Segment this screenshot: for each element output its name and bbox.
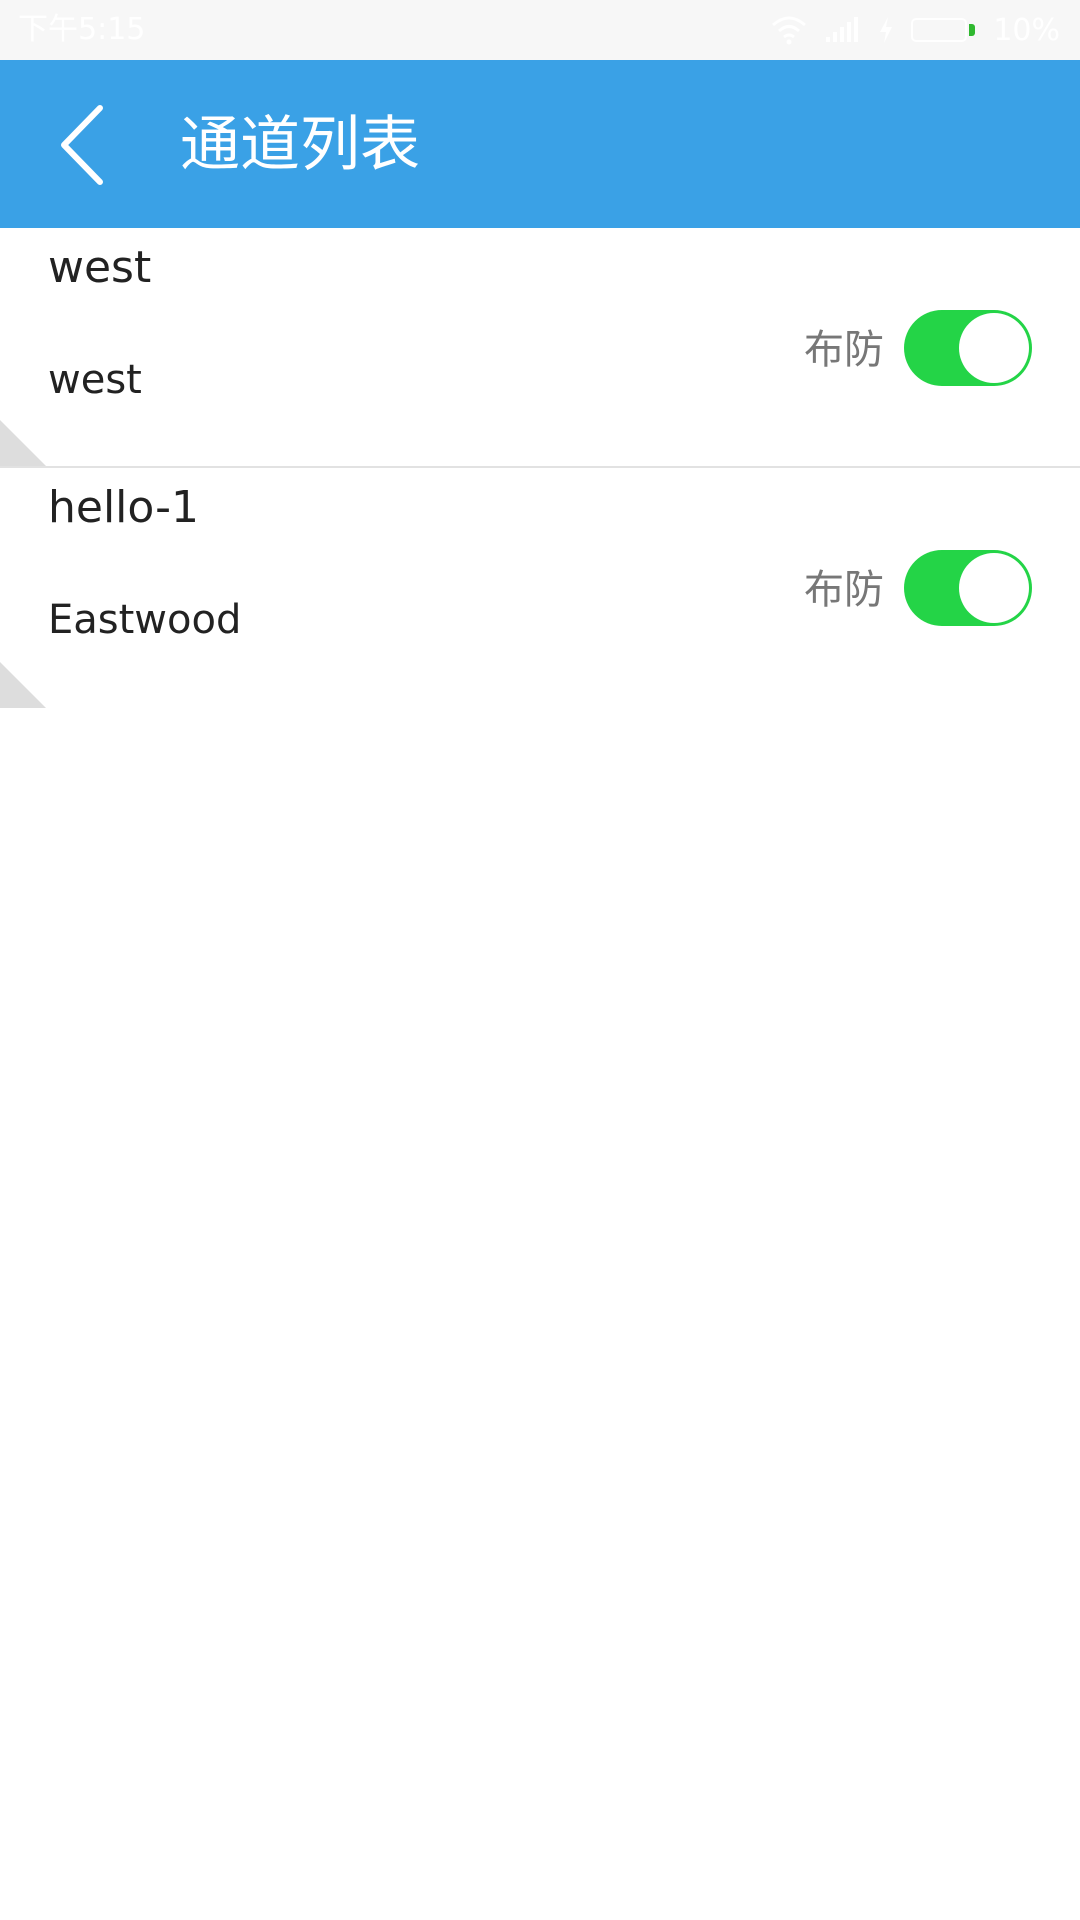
toggle-knob [959, 313, 1029, 383]
charging-icon [879, 17, 893, 43]
chevron-left-icon [61, 105, 103, 185]
status-time: 下午5:15 [18, 12, 146, 47]
channel-item[interactable]: hello-1 Eastwood 布防 [0, 468, 1080, 708]
arm-label: 布防 [804, 567, 884, 613]
status-icons: 10% [753, 10, 1060, 50]
channel-item[interactable]: west west 布防 [0, 228, 1080, 468]
signal-icon [825, 17, 861, 43]
arm-toggle[interactable] [904, 550, 1032, 626]
battery-icon [911, 18, 976, 42]
channel-subtitle: Eastwood [48, 597, 242, 643]
corner-mark [0, 662, 46, 708]
app-bar: 通道列表 [0, 60, 1080, 228]
corner-mark [0, 420, 46, 466]
channel-list: west west 布防 hello-1 Eastwood 布防 [0, 228, 1080, 708]
back-button[interactable] [50, 100, 120, 190]
battery-percent: 10% [993, 12, 1060, 48]
toggle-knob [959, 553, 1029, 623]
wifi-icon [771, 15, 807, 45]
arm-toggle[interactable] [904, 310, 1032, 386]
channel-name: hello-1 [48, 482, 200, 533]
channel-name: west [48, 242, 152, 293]
channel-subtitle: west [48, 357, 142, 403]
status-bar: 下午5:15 10% [0, 0, 1080, 60]
arm-label: 布防 [804, 327, 884, 373]
page-title: 通道列表 [180, 110, 420, 180]
